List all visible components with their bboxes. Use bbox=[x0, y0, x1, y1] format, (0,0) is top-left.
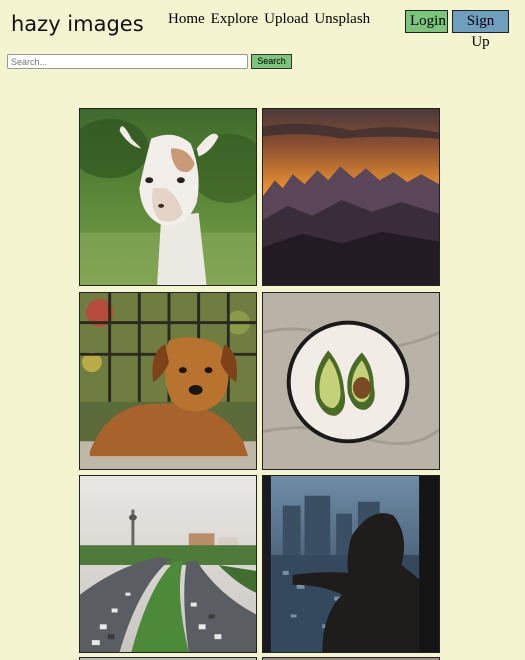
city-highway-photo bbox=[80, 476, 256, 652]
nav-unsplash-link[interactable]: Unsplash bbox=[314, 11, 370, 28]
search-input[interactable] bbox=[7, 54, 248, 69]
nav-home-link[interactable]: Home bbox=[168, 11, 205, 28]
mountain-sunset-photo bbox=[263, 109, 439, 285]
gallery-image-window-city[interactable] bbox=[262, 475, 440, 653]
dog-photo bbox=[80, 293, 256, 469]
alpaca-photo bbox=[80, 109, 256, 285]
gallery-image-mountain-sunset[interactable] bbox=[262, 108, 440, 286]
window-city-photo bbox=[263, 476, 439, 652]
gallery-image-avocado[interactable] bbox=[262, 292, 440, 470]
gallery-image-dog[interactable] bbox=[79, 292, 257, 470]
avocado-photo bbox=[263, 293, 439, 469]
signup-button[interactable]: Sign Up bbox=[452, 10, 509, 50]
page: hazy images Home Explore Upload Unsplash… bbox=[0, 0, 525, 660]
site-logo[interactable]: hazy images bbox=[11, 12, 144, 36]
search-button[interactable]: Search bbox=[251, 54, 292, 69]
gallery-image-city-highway[interactable] bbox=[79, 475, 257, 653]
nav-upload-link[interactable]: Upload bbox=[264, 11, 308, 28]
login-button[interactable]: Login bbox=[405, 10, 448, 33]
main-nav: Home Explore Upload Unsplash bbox=[168, 11, 370, 28]
gallery-image-alpaca[interactable] bbox=[79, 108, 257, 286]
nav-explore-link[interactable]: Explore bbox=[211, 11, 258, 28]
